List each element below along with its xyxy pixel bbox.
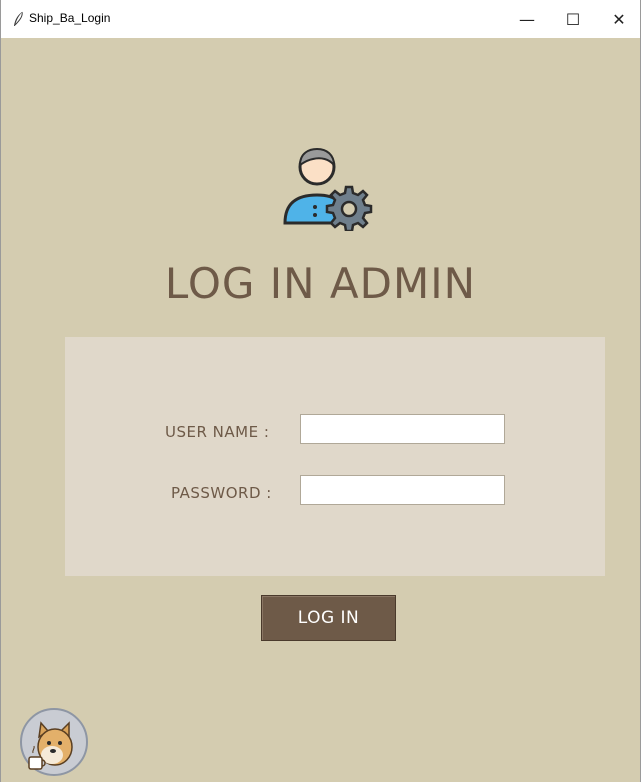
maximize-button[interactable]: ☐ (550, 0, 596, 38)
username-label: USER NAME : (165, 423, 270, 441)
admin-user-gear-icon (283, 147, 373, 231)
username-input[interactable] (300, 414, 505, 444)
page-title: LOG IN ADMIN (164, 259, 477, 308)
close-button[interactable]: ✕ (596, 0, 641, 38)
doge-coffee-avatar (20, 708, 88, 776)
window-title: Ship_Ba_Login (29, 11, 111, 25)
login-window: Ship_Ba_Login — ☐ ✕ LOG IN ADMIN USER NA… (0, 0, 641, 782)
feather-icon (14, 11, 23, 26)
login-button[interactable]: LOG IN (261, 595, 396, 641)
password-input[interactable] (300, 475, 505, 505)
title-bar[interactable]: Ship_Ba_Login — ☐ ✕ (1, 0, 640, 38)
login-form-panel: USER NAME : PASSWORD : (65, 337, 605, 576)
minimize-button[interactable]: — (504, 0, 550, 38)
password-label: PASSWORD : (171, 484, 272, 502)
